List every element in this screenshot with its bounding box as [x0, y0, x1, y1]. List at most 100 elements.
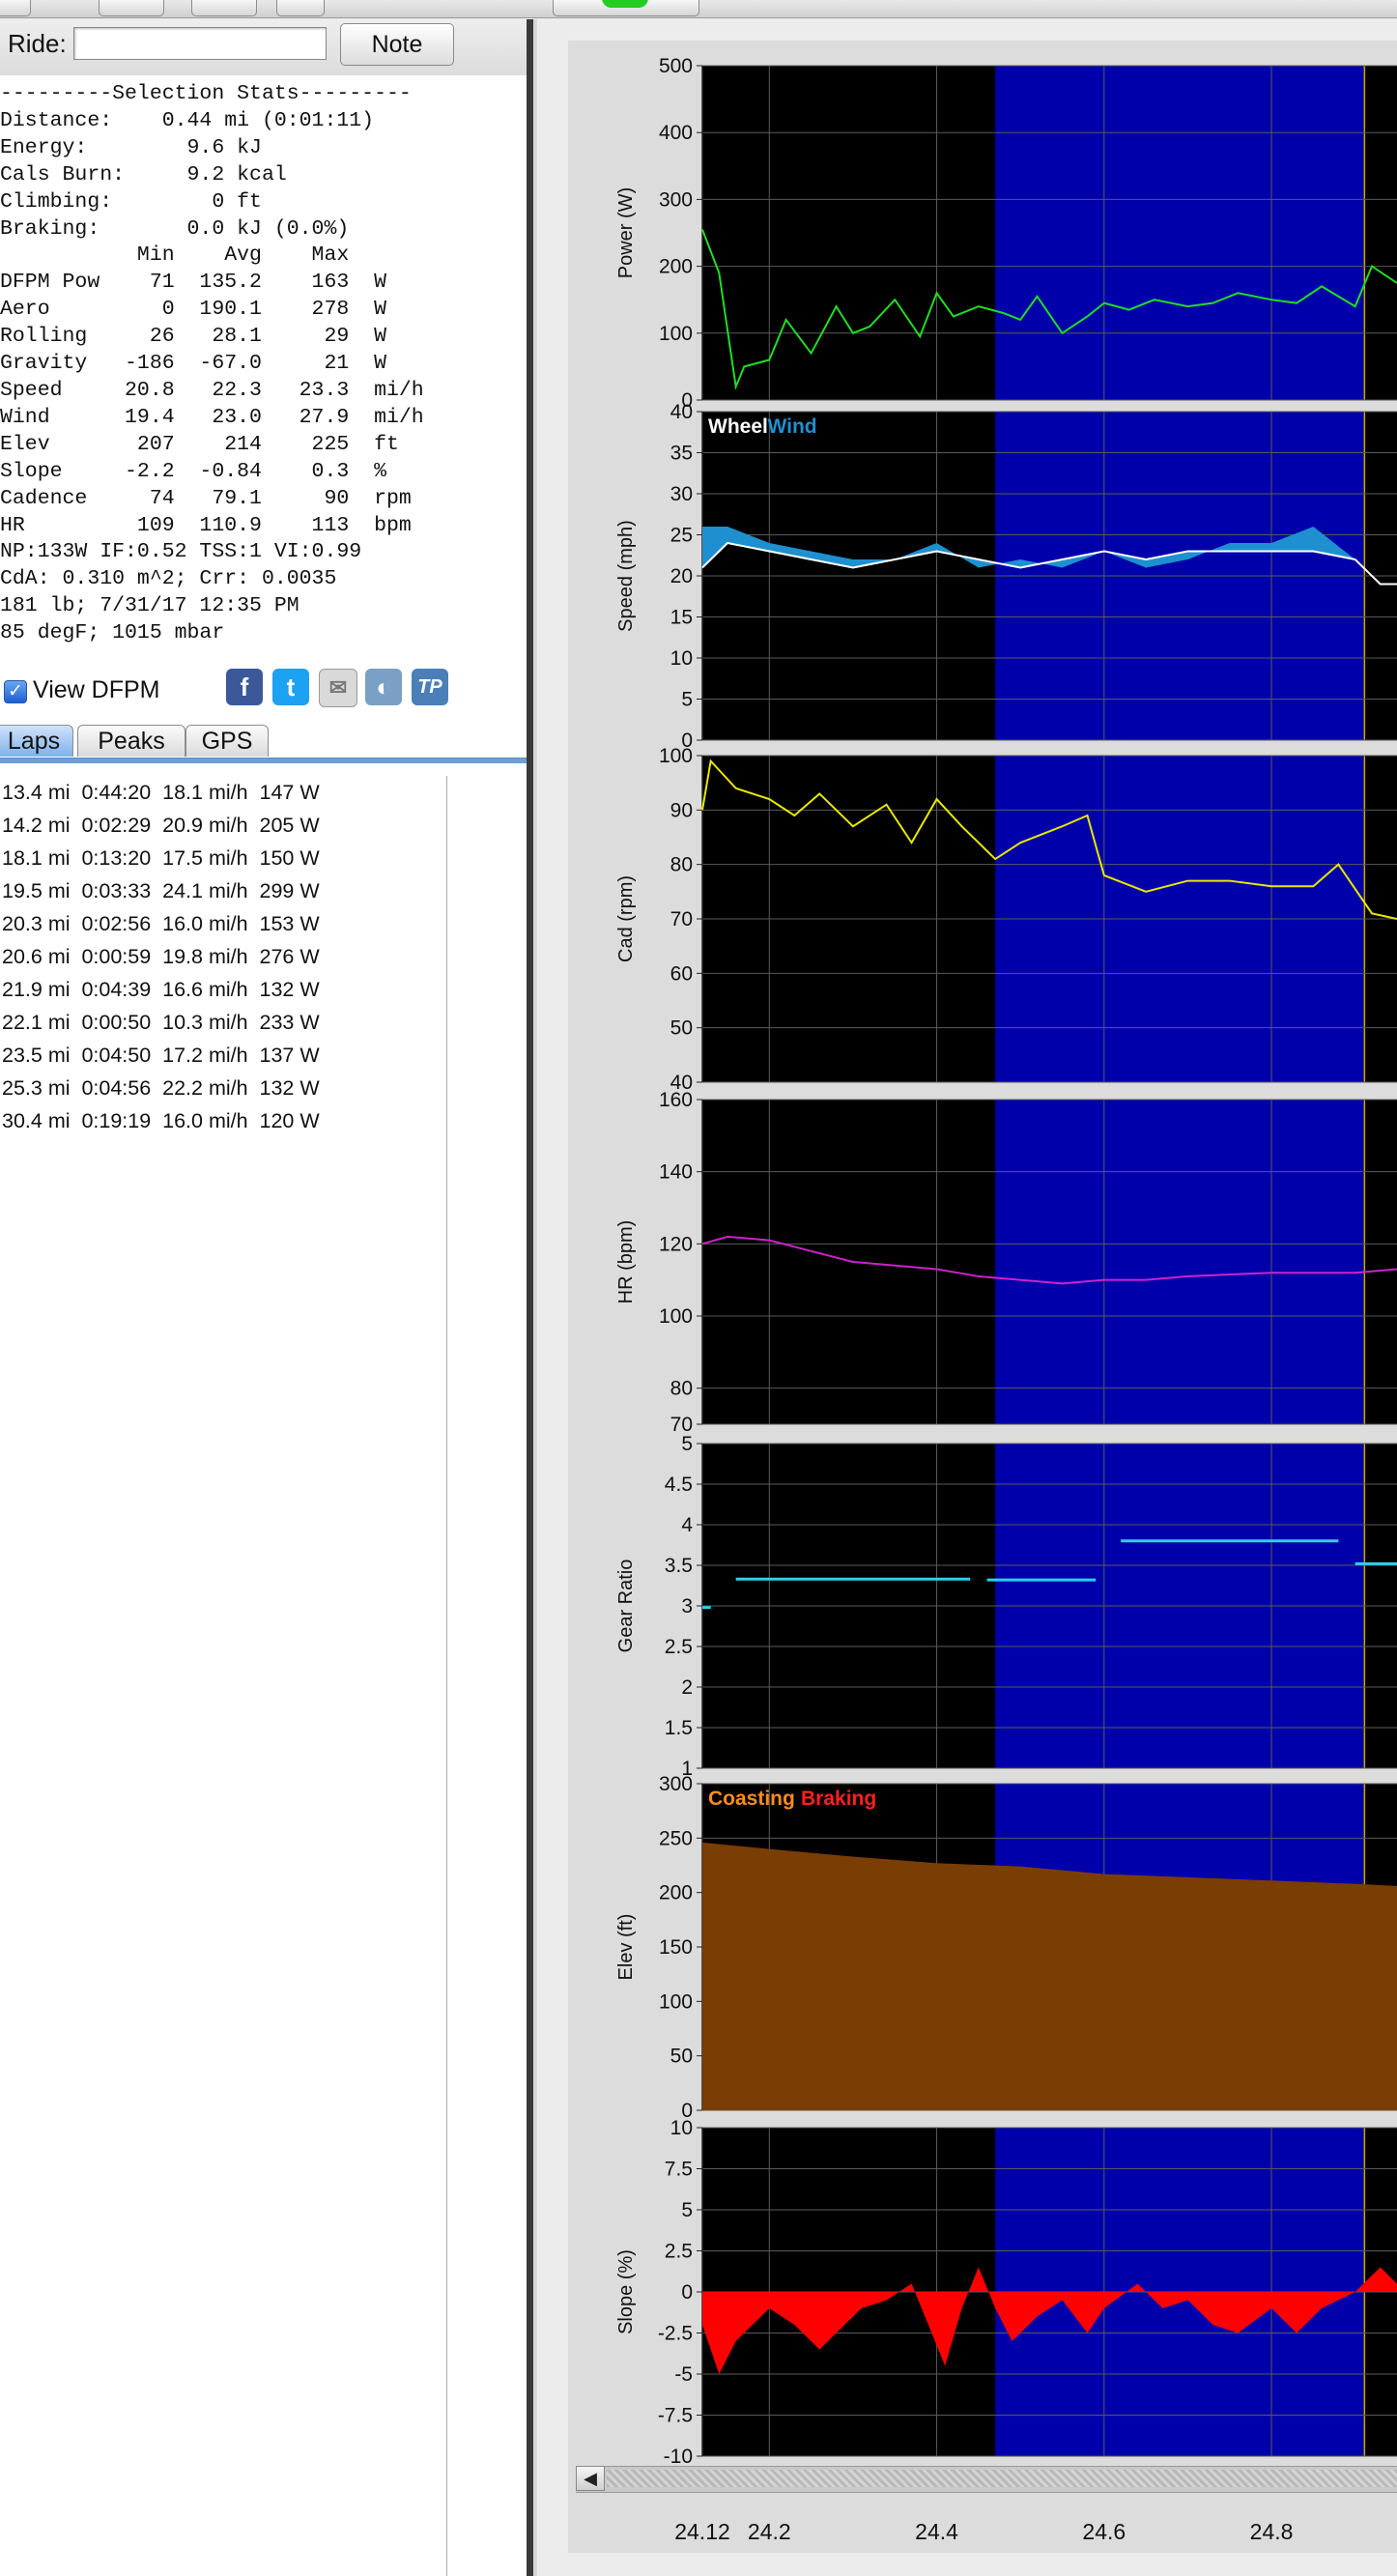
lap-row[interactable]: 23.5 mi 0:04:50 17.2 mi/h 137 W: [2, 1039, 320, 1072]
hr-ytick-label: 120: [659, 1233, 693, 1255]
lap-row[interactable]: 21.9 mi 0:04:39 16.6 mi/h 132 W: [2, 973, 320, 1006]
speed-ytick-label: 10: [670, 647, 693, 670]
tab-gps[interactable]: GPS: [185, 725, 269, 757]
lap-row[interactable]: 30.4 mi 0:19:19 16.0 mi/h 120 W: [2, 1104, 320, 1137]
power-ytick-label: 400: [659, 122, 693, 144]
toolbar-button[interactable]: [0, 0, 31, 16]
laps-scrollbar[interactable]: [446, 776, 447, 2576]
gear-ylabel: Gear Ratio: [615, 1560, 637, 1653]
trainingpeaks-icon[interactable]: TP: [412, 669, 448, 705]
toolbar-button[interactable]: [553, 0, 699, 16]
elev-legend-coasting: Coasting: [708, 1788, 795, 1810]
ride-label: Ride:: [8, 29, 67, 58]
view-dfpm-checkbox[interactable]: ✓: [4, 680, 27, 703]
speed-ytick-label: 30: [670, 483, 693, 505]
lap-row[interactable]: 20.3 mi 0:02:56 16.0 mi/h 153 W: [2, 907, 320, 940]
cadence-ytick-label: 50: [670, 1017, 693, 1040]
speed-ytick-label: 20: [670, 565, 693, 587]
view-dfpm-label: View DFPM: [33, 676, 160, 703]
gear-ytick-label: 1.5: [665, 1717, 693, 1739]
lap-row[interactable]: 14.2 mi 0:02:29 20.9 mi/h 205 W: [2, 809, 320, 842]
selection-stats: ---------Selection Stats--------- Distan…: [0, 82, 424, 645]
slope-ytick-label: 0: [681, 2281, 693, 2304]
power-selection[interactable]: [995, 66, 1364, 400]
speed-ylabel: Speed (mph): [615, 520, 637, 632]
toolbar-button[interactable]: [99, 0, 164, 16]
x-tick-label: 24.2: [748, 2519, 791, 2544]
gear-ytick-label: 4.5: [665, 1474, 693, 1496]
speed-ytick-label: 5: [681, 689, 693, 711]
speed-legend-wind: Wind: [768, 415, 817, 438]
cadence-ytick-label: 70: [670, 908, 693, 930]
note-button[interactable]: Note: [340, 23, 454, 66]
email-icon[interactable]: ✉: [319, 669, 357, 707]
x-tick-label: 24.8: [1250, 2519, 1294, 2544]
panel-splitter-edge: [533, 19, 537, 2576]
elev-ylabel: Elev (ft): [615, 1914, 637, 1981]
hr-ylabel: HR (bpm): [615, 1220, 637, 1304]
slope-ytick-label: -7.5: [658, 2405, 693, 2427]
elev-area: [702, 1842, 1397, 2110]
scroll-left-arrow-icon[interactable]: ◀: [576, 2466, 605, 2491]
x-tick-label: 24.4: [915, 2519, 958, 2544]
cadence-ylabel: Cad (rpm): [615, 875, 637, 962]
power-ytick-label: 300: [659, 188, 693, 211]
elev-ytick-label: 200: [659, 1882, 693, 1904]
power-ytick-label: 200: [659, 256, 693, 278]
lap-row[interactable]: 19.5 mi 0:03:33 24.1 mi/h 299 W: [2, 874, 320, 907]
scroll-track[interactable]: [607, 2470, 1397, 2487]
lap-row[interactable]: 18.1 mi 0:13:20 17.5 mi/h 150 W: [2, 842, 320, 874]
hr-ytick-label: 100: [659, 1305, 693, 1328]
panel-splitter[interactable]: [527, 19, 533, 2576]
lap-row[interactable]: 22.1 mi 0:00:50 10.3 mi/h 233 W: [2, 1006, 320, 1039]
toolbar-button[interactable]: [191, 0, 257, 16]
twitter-icon[interactable]: t: [272, 669, 309, 705]
toolbar-button[interactable]: [276, 0, 325, 16]
tab-divider: [0, 758, 527, 763]
power-ytick-label: 500: [659, 55, 693, 77]
speed-ytick-label: 35: [670, 443, 693, 465]
cadence-ytick-label: 100: [659, 745, 693, 767]
gear-ytick-label: 2: [681, 1676, 693, 1699]
elev-ytick-label: 150: [659, 1936, 693, 1959]
elev-ytick-label: 300: [659, 1773, 693, 1795]
slope-ytick-label: 7.5: [665, 2159, 693, 2181]
globe-icon[interactable]: ◐: [365, 669, 402, 705]
elev-ytick-label: 250: [659, 1827, 693, 1849]
gear-ytick-label: 4: [681, 1514, 693, 1536]
slope-ytick-label: 5: [681, 2199, 693, 2221]
hr-ytick-label: 160: [659, 1089, 693, 1111]
lap-row[interactable]: 20.6 mi 0:00:59 19.8 mi/h 276 W: [2, 940, 320, 973]
hr-selection[interactable]: [995, 1100, 1364, 1424]
slope-ylabel: Slope (%): [615, 2249, 637, 2334]
status-light-icon: [602, 0, 648, 8]
ride-charts[interactable]: 0100200300400500Power (W)051015202530354…: [576, 48, 1397, 2576]
slope-ytick-label: 10: [670, 2117, 693, 2139]
power-ylabel: Power (W): [615, 187, 637, 278]
gear-ytick-label: 2.5: [665, 1636, 693, 1658]
facebook-icon[interactable]: f: [226, 669, 263, 705]
gear-ytick-label: 3.5: [665, 1555, 693, 1577]
elev-legend-braking: Braking: [801, 1788, 876, 1810]
lap-row[interactable]: 13.4 mi 0:44:20 18.1 mi/h 147 W: [2, 776, 320, 809]
slope-ytick-label: -10: [664, 2446, 693, 2468]
cadence-ytick-label: 60: [670, 962, 693, 985]
x-tick-label: 24.6: [1082, 2519, 1126, 2544]
cadence-ytick-label: 90: [670, 799, 693, 821]
ride-input[interactable]: [73, 27, 327, 60]
power-ytick-label: 100: [659, 323, 693, 345]
elev-ytick-label: 100: [659, 1990, 693, 2013]
tab-laps[interactable]: Laps: [0, 725, 73, 757]
speed-ytick-label: 25: [670, 525, 693, 547]
gear-ytick-label: 5: [681, 1433, 693, 1455]
slope-ytick-label: 2.5: [665, 2241, 693, 2263]
slope-ytick-label: -5: [674, 2363, 693, 2386]
elev-ytick-label: 50: [670, 2046, 693, 2068]
tab-peaks[interactable]: Peaks: [77, 725, 185, 757]
lap-row[interactable]: 25.3 mi 0:04:56 22.2 mi/h 132 W: [2, 1072, 320, 1104]
slope-ytick-label: -2.5: [658, 2323, 693, 2345]
hr-ytick-label: 80: [670, 1378, 693, 1400]
gear-ytick-label: 3: [681, 1595, 693, 1617]
x-tick-label: 24.12: [674, 2519, 730, 2544]
cadence-ytick-label: 80: [670, 854, 693, 876]
